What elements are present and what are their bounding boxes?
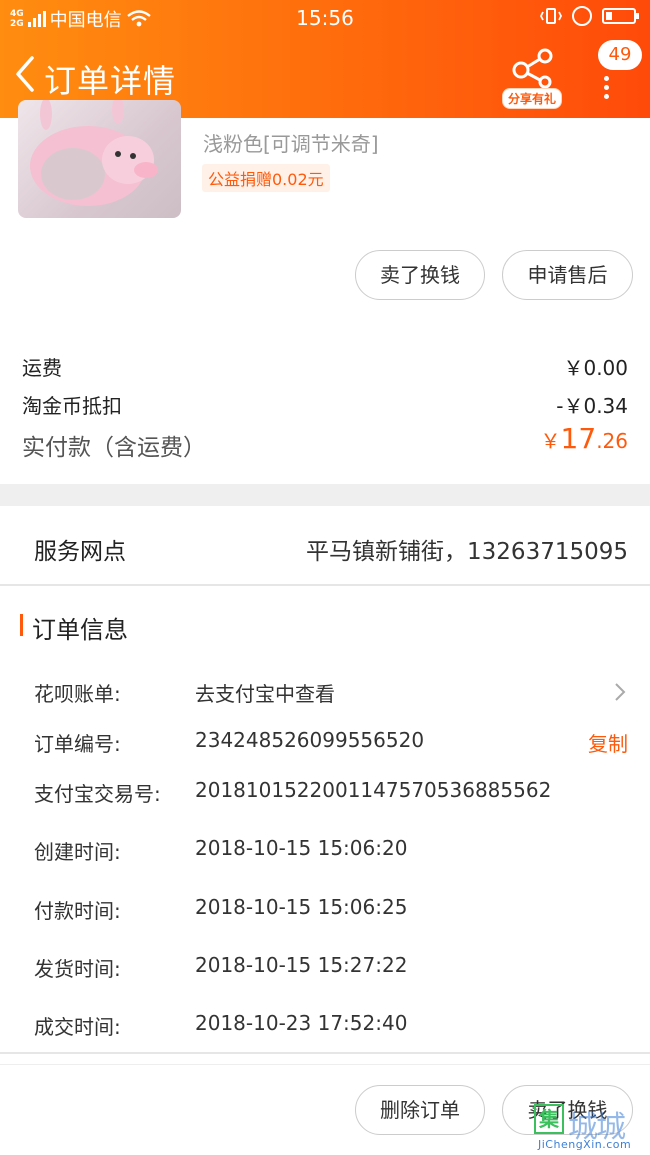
status-icons — [540, 6, 639, 26]
bottom-divider — [0, 1052, 650, 1054]
copy-button[interactable]: 复制 — [588, 728, 628, 757]
total-currency: ￥ — [540, 429, 561, 453]
total-row: 实付款（含运费） ￥17.26 — [22, 422, 630, 462]
order-number-label: 订单编号: — [34, 732, 121, 756]
vibrate-icon — [540, 8, 562, 24]
rotation-lock-icon — [572, 6, 592, 26]
watermark: 集 城城信 JiChengXin.com — [530, 1100, 650, 1155]
paid-value: 2018-10-15 15:06:25 — [195, 895, 408, 919]
completed-label: 成交时间: — [34, 1015, 121, 1039]
total-int: 17 — [560, 422, 597, 455]
chevron-right-icon — [615, 683, 626, 701]
alipay-label: 支付宝交易号: — [34, 782, 161, 806]
created-label: 创建时间: — [34, 840, 121, 864]
page-title: 订单详情 — [44, 62, 177, 100]
product-image[interactable] — [18, 100, 181, 218]
coin-deduction-row: 淘金币抵扣 -￥0.34 — [22, 390, 630, 419]
huabei-value: 去支付宝中查看 — [195, 682, 335, 706]
service-point-row: 服务网点 平马镇新铺街，13263715095 — [0, 506, 650, 586]
shipped-label: 发货时间: — [34, 957, 121, 981]
service-value: 平马镇新铺街，13263715095 — [306, 539, 628, 565]
share-label: 分享有礼 — [501, 88, 562, 109]
huabei-label: 花呗账单: — [34, 682, 121, 706]
charity-tag: 公益捐赠0.02元 — [202, 164, 330, 192]
message-badge[interactable]: 49 — [598, 40, 642, 70]
delete-order-button[interactable]: 删除订单 — [355, 1085, 485, 1135]
total-label: 实付款（含运费） — [22, 435, 206, 461]
after-sale-button[interactable]: 申请售后 — [502, 250, 633, 300]
shipping-value: ￥0.00 — [563, 356, 628, 380]
order-number-value: 234248526099556520 — [195, 728, 425, 752]
shipping-label: 运费 — [22, 356, 62, 380]
coin-value: -￥0.34 — [556, 394, 628, 418]
sell-button[interactable]: 卖了换钱 — [355, 250, 485, 300]
created-value: 2018-10-15 15:06:20 — [195, 836, 408, 860]
coin-label: 淘金币抵扣 — [22, 394, 122, 418]
share-button[interactable]: 分享有礼 — [500, 46, 564, 109]
back-icon[interactable] — [10, 54, 40, 94]
battery-icon — [602, 8, 639, 24]
total-value: ￥17.26 — [541, 422, 628, 455]
watermark-url: JiChengXin.com — [538, 1138, 632, 1151]
completed-value: 2018-10-23 17:52:40 — [195, 1011, 408, 1035]
shipped-value: 2018-10-15 15:27:22 — [195, 953, 408, 977]
order-info-title: 订单信息 — [20, 610, 128, 645]
status-bar: 4G 2G 中国电信 15:56 — [0, 0, 650, 36]
product-spec: 浅粉色[可调节米奇] — [203, 132, 379, 156]
section-divider — [0, 484, 650, 506]
plush-toy-image — [30, 100, 158, 206]
service-label: 服务网点 — [34, 539, 126, 565]
paid-label: 付款时间: — [34, 899, 121, 923]
total-dec: .26 — [596, 429, 628, 453]
share-icon — [512, 48, 553, 88]
more-icon[interactable] — [601, 72, 611, 102]
shipping-row: 运费 ￥0.00 — [22, 352, 630, 381]
alipay-value: 2018101522001147570536885562 — [195, 778, 552, 802]
watermark-logo: 集 — [534, 1104, 564, 1134]
